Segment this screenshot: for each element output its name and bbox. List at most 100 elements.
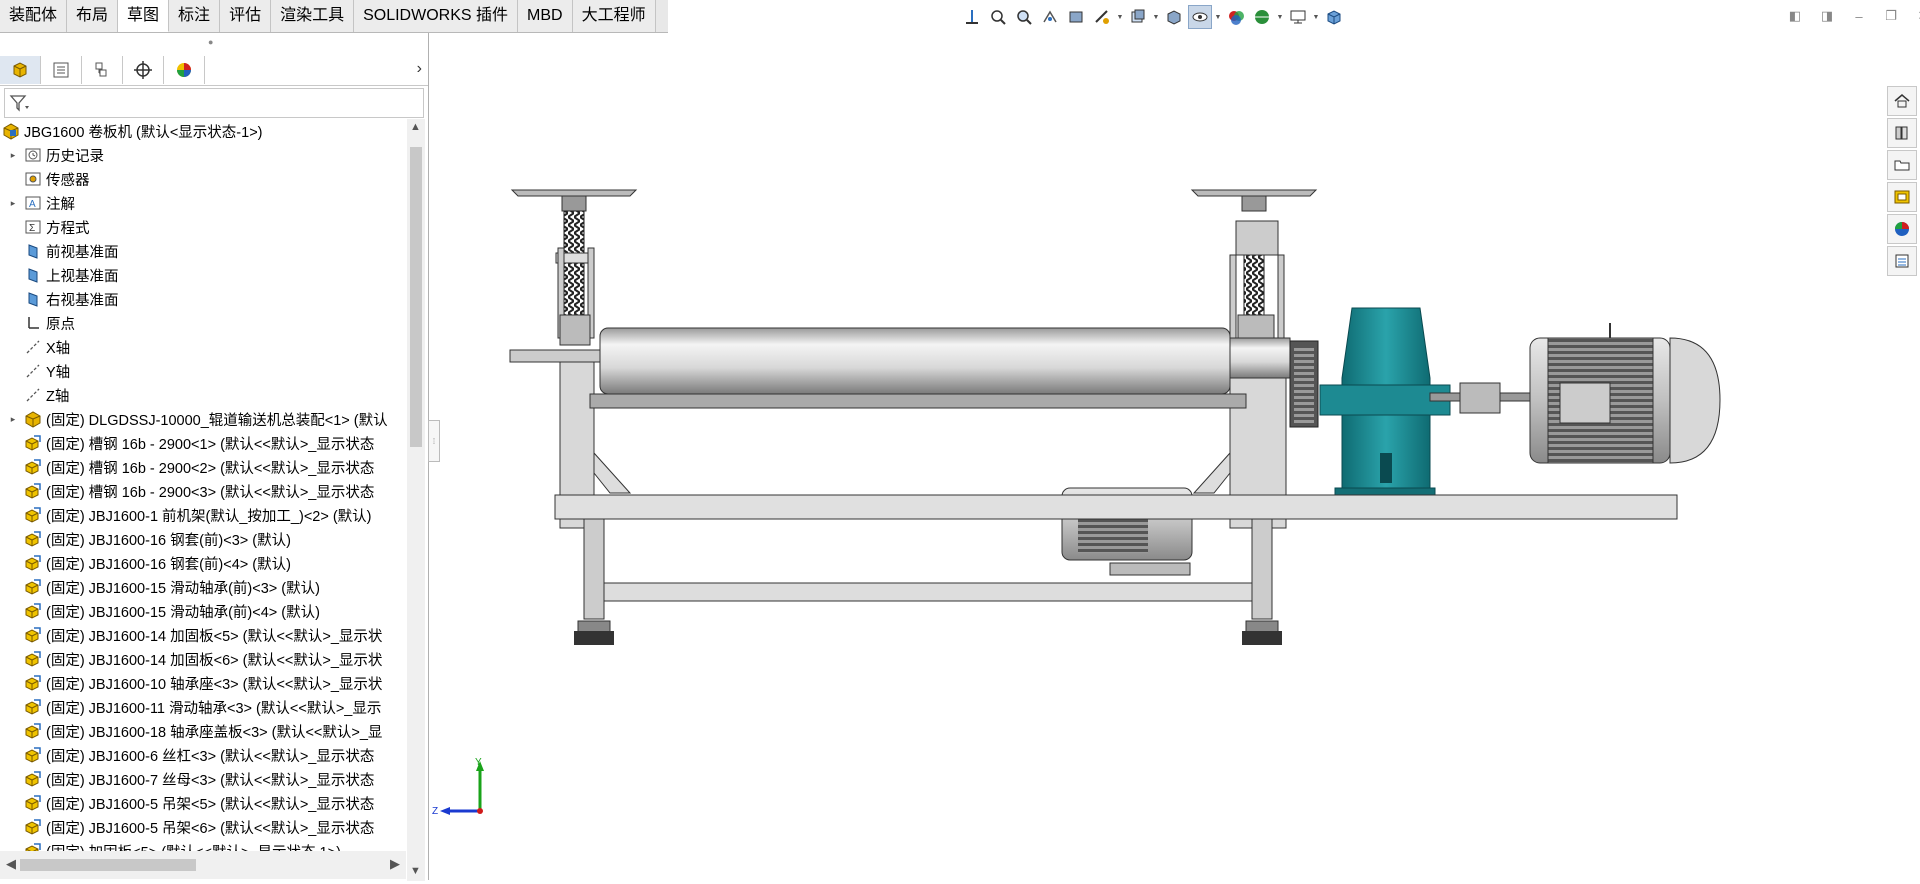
view-display-icon[interactable] <box>1286 5 1310 29</box>
zoom-to-fit-icon[interactable] <box>986 5 1010 29</box>
tree-item[interactable]: Σ 方程式 <box>0 215 406 239</box>
scroll-down-icon[interactable]: ▼ <box>410 865 421 877</box>
tab-8[interactable]: 大工程师 <box>572 0 656 32</box>
tree-item-label: (固定) JBJ1600-16 钢套(前)<3> (默认) <box>46 532 291 549</box>
cube-view-icon[interactable] <box>1322 5 1346 29</box>
hide-show-items-icon[interactable] <box>1188 5 1212 29</box>
property-manager-tab[interactable] <box>41 56 82 84</box>
file-explorer-icon[interactable] <box>1887 150 1917 180</box>
part-icon <box>24 482 42 500</box>
tree-item[interactable]: ▸ 历史记录 <box>0 143 406 167</box>
tree-item[interactable]: Z轴 <box>0 383 406 407</box>
tree-item[interactable]: (固定) 加固板<5> (默认<<默认>_显示状态 1>) <box>0 839 406 851</box>
tree-item[interactable]: 传感器 <box>0 167 406 191</box>
panel-grip-icon[interactable]: ● <box>208 37 213 47</box>
tab-1[interactable]: 布局 <box>67 0 119 32</box>
custom-properties-icon[interactable] <box>1887 246 1917 276</box>
expand-arrow-icon[interactable]: ▸ <box>8 150 18 161</box>
sensor-icon <box>24 170 42 188</box>
close-icon[interactable]: ✕ <box>1911 6 1920 26</box>
tree-item[interactable]: (固定) JBJ1600-1 前机架(默认_按加工_)<2> (默认) <box>0 503 406 527</box>
design-library-icon[interactable] <box>1887 118 1917 148</box>
dropdown-arrow-icon[interactable]: ▼ <box>1276 5 1284 29</box>
tree-item[interactable]: ▸ (固定) DLGDSSJ-10000_辊道输送机总装配<1> (默认 <box>0 407 406 431</box>
tab-4[interactable]: 评估 <box>220 0 272 32</box>
appearances-icon[interactable] <box>1887 214 1917 244</box>
chevron-right-icon[interactable]: › <box>417 60 422 78</box>
tree-item[interactable]: (固定) JBJ1600-16 钢套(前)<4> (默认) <box>0 551 406 575</box>
tree-item[interactable]: ▸ A 注解 <box>0 191 406 215</box>
expand-arrow-icon[interactable]: ▸ <box>8 414 18 425</box>
tree-vertical-scrollbar[interactable]: ▲ ▼ <box>407 119 425 881</box>
tree-item[interactable]: (固定) 槽钢 16b - 2900<2> (默认<<默认>_显示状态 <box>0 455 406 479</box>
scroll-right-icon[interactable]: ▶ <box>390 856 400 872</box>
tab-5[interactable]: 渲染工具 <box>271 0 355 32</box>
tree-item[interactable]: 上视基准面 <box>0 263 406 287</box>
edit-appearance-icon[interactable] <box>1224 5 1248 29</box>
tree-item[interactable]: (固定) 槽钢 16b - 2900<3> (默认<<默认>_显示状态 <box>0 479 406 503</box>
tab-0[interactable]: 装配体 <box>0 0 68 32</box>
scroll-thumb[interactable] <box>20 859 196 871</box>
dropdown-arrow-icon[interactable]: ▼ <box>1152 5 1160 29</box>
tree-item[interactable]: (固定) JBJ1600-14 加固板<5> (默认<<默认>_显示状 <box>0 623 406 647</box>
tree-item[interactable]: 右视基准面 <box>0 287 406 311</box>
dropdown-arrow-icon[interactable]: ▼ <box>1312 5 1320 29</box>
svg-text:A: A <box>29 199 36 210</box>
home-icon[interactable] <box>1887 86 1917 116</box>
tree-item[interactable]: (固定) 槽钢 16b - 2900<1> (默认<<默认>_显示状态 <box>0 431 406 455</box>
tree-item[interactable]: X轴 <box>0 335 406 359</box>
subassembly-icon <box>24 410 42 428</box>
scroll-left-icon[interactable]: ◀ <box>6 856 16 872</box>
tree-item[interactable]: (固定) JBJ1600-6 丝杠<3> (默认<<默认>_显示状态 <box>0 743 406 767</box>
tree-item[interactable]: (固定) JBJ1600-7 丝母<3> (默认<<默认>_显示状态 <box>0 767 406 791</box>
tree-item-label: (固定) 加固板<5> (默认<<默认>_显示状态 1>) <box>46 841 341 852</box>
part-icon <box>24 578 42 596</box>
tree-item[interactable]: Y轴 <box>0 359 406 383</box>
dim-xpert-tab[interactable] <box>123 56 164 84</box>
tree-item[interactable]: (固定) JBJ1600-10 轴承座<3> (默认<<默认>_显示状 <box>0 671 406 695</box>
tree-item[interactable]: (固定) JBJ1600-11 滑动轴承<3> (默认<<默认>_显示 <box>0 695 406 719</box>
display-manager-tab[interactable] <box>164 56 205 84</box>
minimize-icon[interactable]: – <box>1847 6 1871 26</box>
view-settings-icon[interactable] <box>1126 5 1150 29</box>
dropdown-arrow-icon[interactable]: ▼ <box>1116 5 1124 29</box>
section-view-icon[interactable] <box>1064 5 1088 29</box>
tree-item[interactable]: (固定) JBJ1600-5 吊架<6> (默认<<默认>_显示状态 <box>0 815 406 839</box>
scroll-thumb[interactable] <box>410 147 422 447</box>
tab-3[interactable]: 标注 <box>169 0 221 32</box>
tree-item[interactable]: (固定) JBJ1600-5 吊架<5> (默认<<默认>_显示状态 <box>0 791 406 815</box>
tree-item[interactable]: (固定) JBJ1600-15 滑动轴承(前)<4> (默认) <box>0 599 406 623</box>
tree-item[interactable]: (固定) JBJ1600-16 钢套(前)<3> (默认) <box>0 527 406 551</box>
tree-item-label: 注解 <box>46 196 75 213</box>
part-icon <box>24 626 42 644</box>
feature-manager-icon <box>13 62 27 78</box>
view-palette-icon[interactable] <box>1887 182 1917 212</box>
tile-left-icon[interactable]: ◧ <box>1783 6 1807 26</box>
dropdown-arrow-icon[interactable]: ▼ <box>1214 5 1222 29</box>
tree-item[interactable]: 原点 <box>0 311 406 335</box>
tree-horizontal-scrollbar[interactable]: ◀ ▶ <box>0 851 406 879</box>
tab-6[interactable]: SOLIDWORKS 插件 <box>354 0 519 32</box>
apply-scene-icon[interactable] <box>1250 5 1274 29</box>
tree-item[interactable]: JBG1600 卷板机 (默认<显示状态-1>) <box>0 119 406 143</box>
zoom-to-area-icon[interactable] <box>1012 5 1036 29</box>
tree-item[interactable]: (固定) JBJ1600-18 轴承座盖板<3> (默认<<默认>_显 <box>0 719 406 743</box>
dynamic-annotation-icon[interactable] <box>1090 5 1114 29</box>
tree-item[interactable]: (固定) JBJ1600-15 滑动轴承(前)<3> (默认) <box>0 575 406 599</box>
view-orientation-icon[interactable] <box>960 5 984 29</box>
tab-7[interactable]: MBD <box>518 0 573 32</box>
expand-arrow-icon[interactable]: ▸ <box>8 198 18 209</box>
tab-2[interactable]: 草图 <box>118 0 170 32</box>
display-style-icon[interactable] <box>1162 5 1186 29</box>
configuration-manager-tab[interactable] <box>82 56 123 84</box>
tree-item[interactable]: (固定) JBJ1600-14 加固板<6> (默认<<默认>_显示状 <box>0 647 406 671</box>
tree-item[interactable]: 前视基准面 <box>0 239 406 263</box>
feature-manager-tab[interactable] <box>0 56 41 84</box>
previous-view-icon[interactable] <box>1038 5 1062 29</box>
graphics-area[interactable] <box>430 33 1880 880</box>
tile-right-icon[interactable]: ◨ <box>1815 6 1839 26</box>
scroll-up-icon[interactable]: ▲ <box>410 121 421 133</box>
part-icon <box>24 818 42 836</box>
restore-icon[interactable]: ❐ <box>1879 6 1903 26</box>
tree-filter[interactable] <box>4 88 424 118</box>
